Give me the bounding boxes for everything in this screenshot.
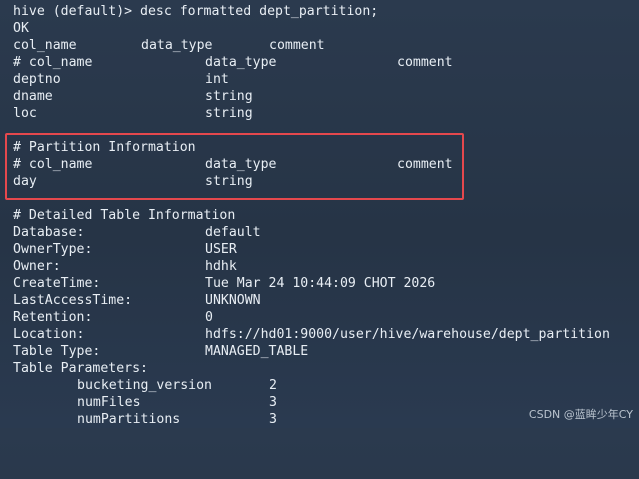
header-simple: col_name data_type comment bbox=[13, 38, 325, 53]
detail-row: Database: default bbox=[13, 225, 261, 240]
command-line: hive (default)> desc formatted dept_part… bbox=[13, 4, 379, 19]
param-row: bucketing_version 2 bbox=[77, 378, 277, 393]
param-row: numFiles 3 bbox=[77, 395, 277, 410]
csdn-watermark: CSDN @蓝眸少年CY bbox=[528, 408, 633, 421]
param-row: numPartitions 3 bbox=[77, 412, 277, 427]
column-row: deptno int bbox=[13, 72, 229, 87]
partition-header: # col_name data_type comment bbox=[13, 157, 453, 172]
detail-row: OwnerType: USER bbox=[13, 242, 237, 257]
column-row: loc string bbox=[13, 106, 253, 121]
table-params-title: Table Parameters: bbox=[13, 361, 148, 376]
terminal-output[interactable]: hive (default)> desc formatted dept_part… bbox=[0, 0, 639, 428]
detail-row: Location: hdfs://hd01:9000/user/hive/war… bbox=[13, 327, 610, 342]
partition-column-row: day string bbox=[13, 174, 253, 189]
detail-row: CreateTime: Tue Mar 24 10:44:09 CHOT 202… bbox=[13, 276, 436, 291]
ok-line: OK bbox=[13, 21, 29, 36]
detail-row: Owner: hdhk bbox=[13, 259, 237, 274]
detail-row: Retention: 0 bbox=[13, 310, 213, 325]
detailed-title: # Detailed Table Information bbox=[13, 208, 236, 223]
partition-title: # Partition Information bbox=[13, 140, 196, 155]
header-hash: # col_name data_type comment bbox=[13, 55, 453, 70]
detail-row: Table Type: MANAGED_TABLE bbox=[13, 344, 309, 359]
detail-row: LastAccessTime: UNKNOWN bbox=[13, 293, 261, 308]
column-row: dname string bbox=[13, 89, 253, 104]
